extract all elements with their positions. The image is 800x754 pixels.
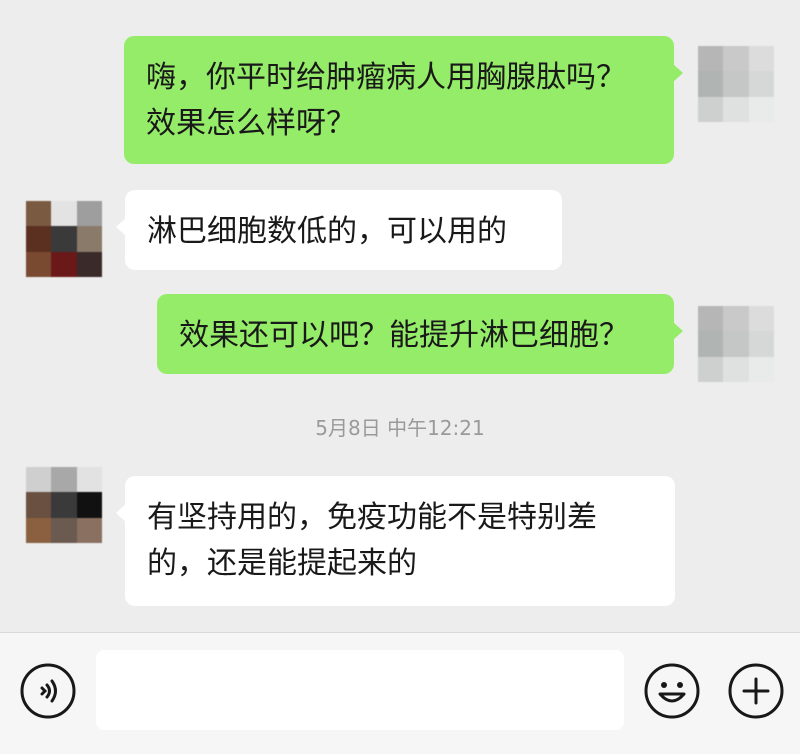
avatar-tile — [723, 96, 749, 122]
avatar-tile — [748, 356, 774, 382]
avatar-tile — [723, 46, 749, 72]
input-bar — [0, 632, 800, 754]
avatar-tile — [26, 226, 52, 252]
message-text: 的，还是能提起来的 — [147, 546, 417, 581]
avatar-tile — [76, 201, 102, 227]
message-text: 嗨，你平时给肿瘤病人用胸腺肽吗？ — [146, 60, 626, 95]
avatar-tile — [698, 71, 724, 97]
avatar-tile — [723, 306, 749, 332]
avatar-tile — [723, 331, 749, 357]
message-bubble[interactable]: 嗨，你平时给肿瘤病人用胸腺肽吗？ 效果怎么样呀？ — [124, 36, 683, 164]
message-text: 淋巴细胞数低的，可以用的 — [147, 214, 507, 249]
avatar-tile — [748, 331, 774, 357]
message-bubble[interactable]: 效果还可以吧？能提升淋巴细胞？ — [157, 294, 683, 374]
avatar-tile — [76, 517, 102, 543]
avatar-tile — [51, 467, 77, 493]
avatar-tile — [76, 226, 102, 252]
my-avatar[interactable] — [698, 46, 774, 122]
avatar-tile — [723, 71, 749, 97]
emoji-icon[interactable] — [642, 661, 702, 721]
avatar-tile — [51, 492, 77, 518]
chat-area: 嗨，你平时给肿瘤病人用胸腺肽吗？ 效果怎么样呀？ 淋巴细胞数低的，可以用的 效果… — [0, 0, 800, 632]
avatar-tile — [26, 517, 52, 543]
message-text: 效果怎么样呀？ — [146, 106, 356, 141]
avatar-tile — [51, 201, 77, 227]
avatar-tile — [76, 467, 102, 493]
avatar-tile — [723, 356, 749, 382]
avatar-tile — [51, 251, 77, 277]
avatar-tile — [698, 356, 724, 382]
avatar-tile — [51, 226, 77, 252]
avatar-tile — [698, 96, 724, 122]
avatar-tile — [51, 517, 77, 543]
avatar-tile — [748, 96, 774, 122]
avatar-tile — [26, 201, 52, 227]
message-text: 效果还可以吧？能提升淋巴细胞？ — [179, 318, 629, 353]
contact-avatar[interactable] — [26, 467, 102, 543]
avatar-tile — [76, 492, 102, 518]
message-text: 有坚持用的，免疫功能不是特别差 — [147, 500, 597, 535]
avatar-tile — [748, 71, 774, 97]
avatar-tile — [698, 331, 724, 357]
message-input[interactable] — [96, 650, 624, 730]
contact-avatar[interactable] — [26, 201, 102, 277]
avatar-tile — [26, 251, 52, 277]
avatar-tile — [698, 306, 724, 332]
message-timestamp: 5月8日 中午12:21 — [315, 416, 485, 440]
plus-icon[interactable] — [726, 661, 786, 721]
avatar-tile — [26, 492, 52, 518]
avatar-tile — [748, 46, 774, 72]
message-bubble[interactable]: 淋巴细胞数低的，可以用的 — [116, 190, 562, 270]
my-avatar[interactable] — [698, 306, 774, 382]
avatar-tile — [748, 306, 774, 332]
avatar-tile — [698, 46, 724, 72]
message-bubble[interactable]: 有坚持用的，免疫功能不是特别差 的，还是能提起来的 — [116, 476, 675, 606]
avatar-tile — [76, 251, 102, 277]
voice-icon[interactable] — [18, 661, 78, 721]
avatar-tile — [26, 467, 52, 493]
